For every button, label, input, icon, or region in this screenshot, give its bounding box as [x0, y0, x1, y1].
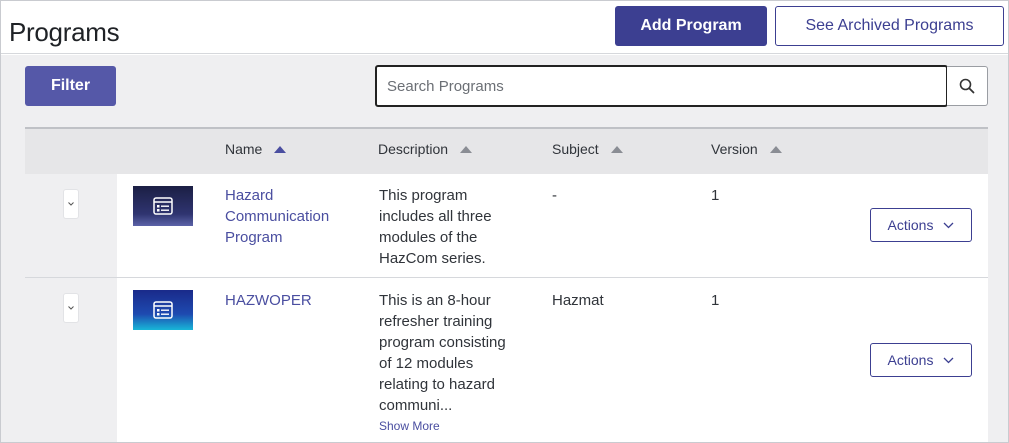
program-name-line: Hazard [225, 187, 274, 204]
actions-dropdown-button[interactable]: Actions [870, 343, 972, 377]
programs-table: Name Description Subject Version Hazard … [25, 127, 988, 442]
column-label: Description [378, 141, 449, 157]
program-subject: Hazmat [552, 292, 604, 309]
program-name-link[interactable]: HAZWOPER [225, 290, 312, 311]
search-input[interactable] [375, 65, 948, 107]
column-header-description[interactable]: Description [378, 141, 473, 157]
description-line: This program [379, 187, 468, 204]
description-line: communi... [379, 397, 453, 414]
table-row: HAZWOPER This is an 8-hour refresher tra… [25, 278, 988, 442]
column-label: Subject [552, 141, 599, 157]
page-title: Programs [9, 17, 120, 47]
chevron-down-icon [943, 357, 954, 363]
programs-page: Programs Add Program See Archived Progra… [0, 0, 1009, 443]
search-button[interactable] [947, 66, 988, 106]
search-icon [959, 78, 975, 94]
program-subject: - [552, 187, 557, 204]
actions-dropdown-button[interactable]: Actions [870, 208, 972, 242]
description-line: includes all three [379, 208, 492, 225]
program-name-line: Program [225, 229, 283, 246]
program-description: This is an 8-hour refresher training pro… [379, 290, 509, 416]
sort-ascending-icon [460, 145, 473, 153]
description-line: modules of the [379, 229, 478, 246]
page-header: Programs Add Program See Archived Progra… [1, 1, 1008, 54]
description-line: program consisting [379, 334, 506, 351]
program-thumbnail [133, 290, 193, 330]
see-archived-programs-button[interactable]: See Archived Programs [775, 6, 1004, 46]
description-line: This is an 8-hour [379, 292, 491, 309]
column-label: Name [225, 141, 263, 157]
chevron-down-icon [943, 222, 954, 228]
description-line: relating to hazard [379, 376, 495, 393]
row-expand-button[interactable] [64, 294, 78, 322]
program-name-link[interactable]: Hazard Communication Program [225, 185, 329, 248]
program-description: This program includes all three modules … [379, 185, 509, 269]
course-list-icon [153, 301, 173, 319]
sort-ascending-icon [274, 145, 287, 153]
program-thumbnail [133, 186, 193, 226]
program-version: 1 [711, 187, 720, 204]
add-program-button[interactable]: Add Program [615, 6, 767, 46]
filter-button[interactable]: Filter [25, 66, 116, 106]
description-line: HazCom series. [379, 250, 486, 267]
chevron-down-icon [68, 306, 74, 310]
show-more-link[interactable]: Show More [379, 419, 440, 433]
column-header-subject[interactable]: Subject [552, 141, 623, 157]
column-header-version[interactable]: Version [711, 141, 782, 157]
sort-ascending-icon [769, 145, 782, 153]
actions-label: Actions [887, 352, 934, 368]
row-expand-button[interactable] [64, 190, 78, 218]
chevron-down-icon [68, 202, 74, 206]
sort-ascending-icon [610, 145, 623, 153]
program-name-line: Communication [225, 208, 330, 225]
column-label: Version [711, 141, 758, 157]
table-header: Name Description Subject Version [25, 127, 988, 174]
description-line: refresher training [379, 313, 493, 330]
table-row: Hazard Communication Program This progra… [25, 174, 988, 277]
programs-content: Filter Name Description Subject [1, 55, 1008, 442]
column-header-name[interactable]: Name [225, 141, 287, 157]
program-name-line: HAZWOPER [225, 292, 312, 309]
course-list-icon [153, 197, 173, 215]
description-line: of 12 modules [379, 355, 474, 372]
actions-label: Actions [887, 217, 934, 233]
program-version: 1 [711, 292, 720, 309]
